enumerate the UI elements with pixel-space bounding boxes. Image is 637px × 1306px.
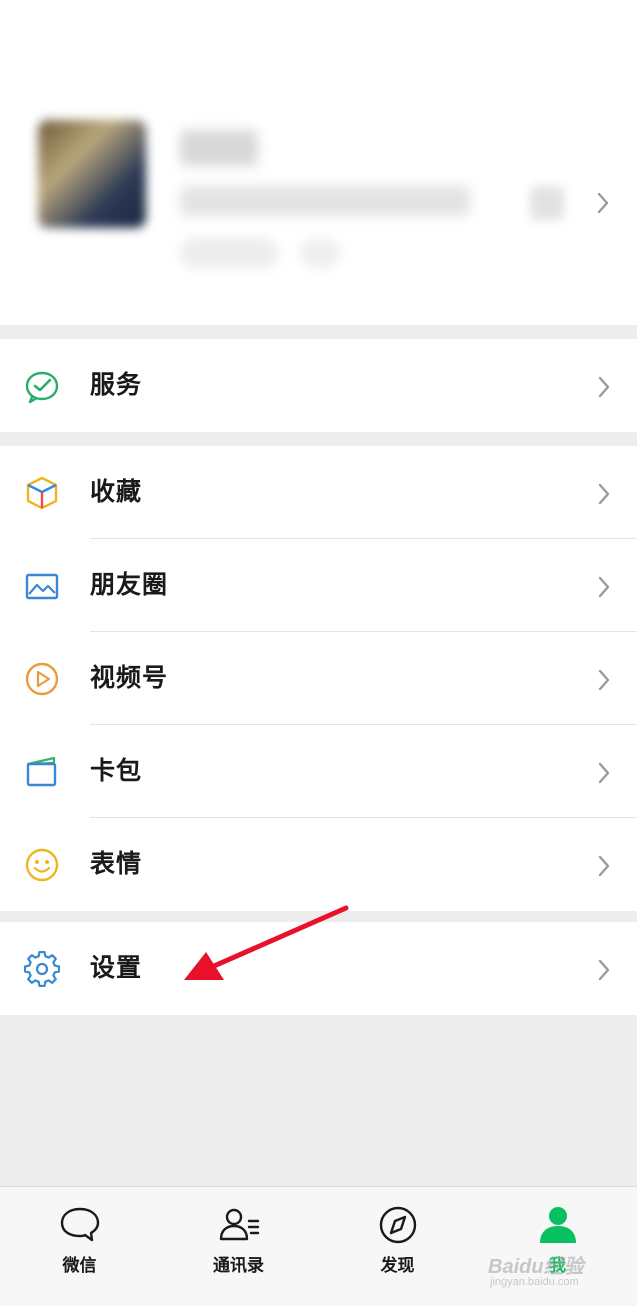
chat-icon [60, 1207, 99, 1242]
services-icon [24, 368, 60, 404]
compass-icon [379, 1206, 416, 1244]
gear-icon [24, 951, 60, 987]
wechat-id-blurred [180, 186, 470, 216]
chevron-right-icon [598, 959, 610, 981]
menu-item-label: 服务 [90, 370, 143, 399]
tab-discover[interactable]: 发现 [318, 1187, 477, 1306]
avatar[interactable] [38, 120, 146, 228]
card-wallet-icon [24, 754, 60, 790]
services-group: 服务 [0, 339, 637, 432]
watermark-logo: Baidu经验 [488, 1256, 584, 1278]
chevron-right-icon [597, 192, 609, 214]
menu-item-channels[interactable]: 视频号 [0, 632, 637, 725]
chevron-right-icon [598, 855, 610, 877]
watermark-url: jingyan.baidu.com [490, 1276, 579, 1288]
me-icon [539, 1207, 576, 1243]
menu-item-stickers[interactable]: 表情 [0, 818, 637, 911]
chevron-right-icon [598, 762, 610, 784]
menu-item-label: 朋友圈 [90, 570, 169, 599]
sticker-icon [24, 847, 60, 883]
menu-item-label: 视频号 [90, 663, 169, 692]
bottom-tab-bar: 微信 通讯录 发现 我 [0, 1186, 637, 1306]
tab-chats[interactable]: 微信 [0, 1187, 159, 1306]
profile-header[interactable] [0, 0, 637, 325]
tab-contacts[interactable]: 通讯录 [159, 1187, 318, 1306]
chevron-right-icon [598, 376, 610, 398]
settings-group: 设置 [0, 922, 637, 1015]
tab-me[interactable]: 我 [478, 1187, 637, 1306]
menu-item-services[interactable]: 服务 [0, 339, 637, 432]
status-button-blurred[interactable] [180, 238, 278, 268]
menu-item-label: 收藏 [90, 477, 143, 506]
tab-label: 微信 [62, 1256, 97, 1276]
menu-item-label: 表情 [90, 849, 143, 878]
chevron-right-icon [598, 576, 610, 598]
qr-code-icon[interactable] [530, 186, 564, 220]
menu-item-label: 卡包 [90, 756, 143, 785]
menu-item-settings[interactable]: 设置 [0, 922, 637, 1015]
moments-icon [24, 568, 60, 604]
menu-item-moments[interactable]: 朋友圈 [0, 539, 637, 632]
contacts-icon [219, 1208, 259, 1241]
menu-item-favorites[interactable]: 收藏 [0, 446, 637, 539]
tab-label: 通讯录 [213, 1256, 264, 1276]
features-group: 收藏 朋友圈 视频号 卡包 表情 [0, 446, 637, 911]
channels-icon [24, 661, 60, 697]
tab-label: 发现 [380, 1256, 415, 1276]
chevron-right-icon [598, 669, 610, 691]
favorites-icon [24, 475, 60, 511]
nickname-blurred [180, 130, 258, 166]
chevron-right-icon [598, 483, 610, 505]
status-extra-blurred[interactable] [300, 238, 340, 268]
menu-item-label: 设置 [90, 953, 143, 982]
menu-item-card-wallet[interactable]: 卡包 [0, 725, 637, 818]
